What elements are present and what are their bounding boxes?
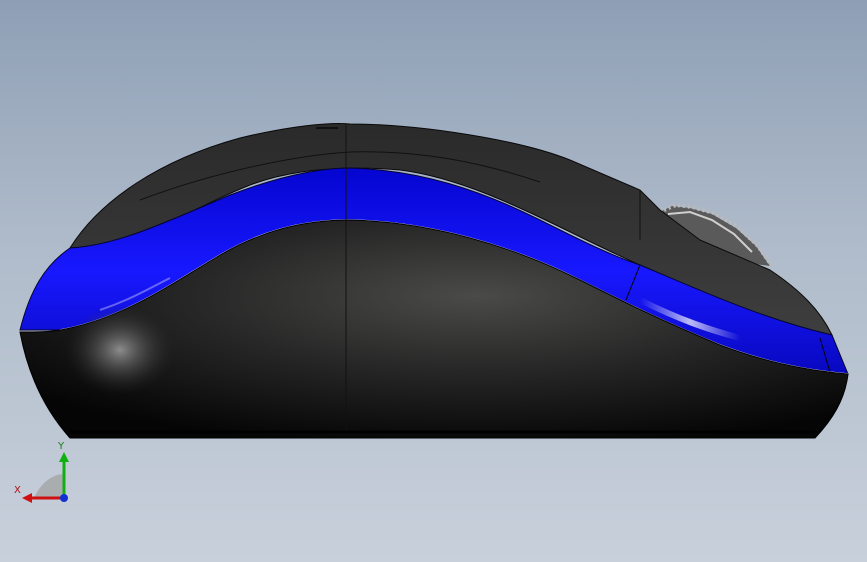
triad-axes: [22, 452, 69, 503]
view-triad: Y X: [12, 440, 82, 510]
x-axis-label: X: [14, 485, 21, 496]
z-axis-dot: [60, 494, 68, 502]
graphics-viewport[interactable]: Y X: [0, 0, 867, 562]
y-axis-label: Y: [58, 441, 65, 452]
mouse-model[interactable]: [0, 0, 867, 562]
